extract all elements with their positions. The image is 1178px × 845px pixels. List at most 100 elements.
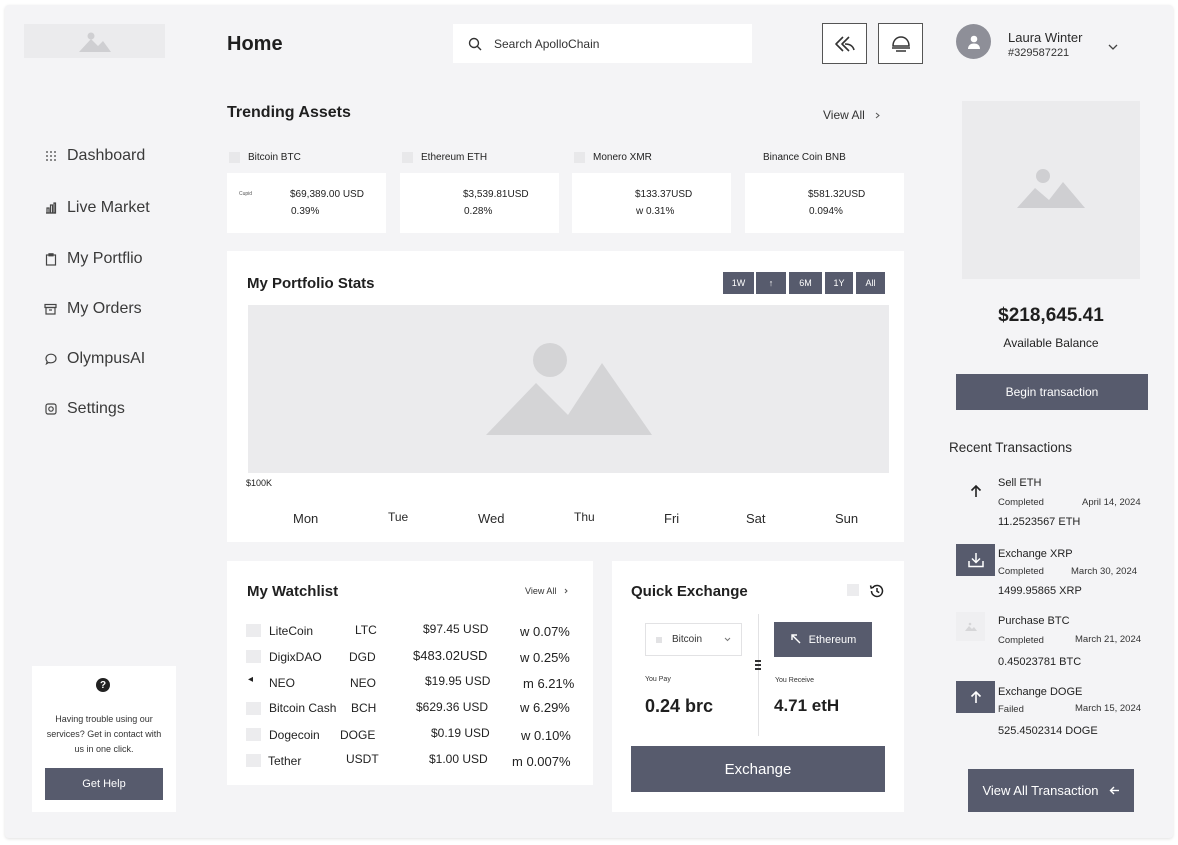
asset-price: $133.37USD — [635, 189, 693, 200]
coin-symbol: DGD — [349, 650, 376, 664]
sidebar-item-my-portfolio[interactable]: My Portflio — [44, 248, 143, 270]
watchlist-row[interactable]: ◂ NEO NEO $19.95 USD m 6.21% — [246, 674, 576, 692]
download-icon[interactable] — [956, 544, 995, 576]
chevron-right-icon — [564, 586, 569, 596]
transaction-amount: 525.4502314 DOGE — [998, 725, 1098, 737]
user-id: #329587221 — [1008, 47, 1070, 59]
asset-price: $581.32USD — [808, 189, 866, 200]
to-currency-value: Ethereum — [808, 633, 857, 646]
transaction-date: March 21, 2024 — [1075, 634, 1142, 645]
asset-name: Binance Coin BNB — [763, 152, 846, 163]
watchlist-row[interactable]: Tether USDT $1.00 USD m 0.007% — [246, 752, 576, 770]
transaction-title: Purchase BTC — [998, 615, 1070, 627]
x-axis-day: Sun — [835, 511, 859, 526]
avatar[interactable] — [956, 24, 991, 59]
asset-card-xmr[interactable]: $133.37USD w 0.31% — [572, 173, 731, 233]
watchlist-row[interactable]: DigixDAO DGD $483.02USD w 0.25% — [246, 648, 576, 666]
search-bar[interactable] — [453, 24, 752, 63]
from-currency-select[interactable]: Bitcoin — [645, 623, 742, 656]
asset-change: w 0.31% — [636, 206, 675, 217]
sidebar-item-olympusai[interactable]: OlympusAI — [44, 348, 145, 370]
asset-name: Ethereum ETH — [402, 152, 487, 163]
range-1y-button[interactable]: 1Y — [825, 272, 853, 294]
asset-name: Monero XMR — [574, 152, 652, 163]
arrow-up-icon[interactable] — [956, 681, 995, 713]
search-icon — [468, 37, 482, 51]
reply-all-button[interactable] — [822, 23, 867, 64]
x-axis-day: Wed — [478, 511, 505, 526]
bar-chart-icon — [44, 202, 57, 215]
sidebar-item-dashboard[interactable]: Dashboard — [44, 145, 145, 167]
coin-change: w 6.29% — [520, 700, 570, 715]
coin-name: LiteCoin — [269, 624, 314, 638]
coin-price: $97.45 USD — [423, 622, 489, 636]
coin-symbol: DOGE — [340, 728, 376, 742]
begin-transaction-button[interactable]: Begin transaction — [956, 374, 1148, 410]
asset-tag: Cupid — [239, 191, 253, 197]
sidebar-item-settings[interactable]: Settings — [44, 398, 125, 420]
view-all-transactions-button[interactable]: View All Transaction — [968, 769, 1134, 812]
sidebar-item-label: Settings — [67, 400, 125, 417]
range-6m-button[interactable]: 6M — [789, 272, 822, 294]
range-arrow-button[interactable]: ↑ — [756, 272, 786, 294]
chevron-down-icon — [724, 634, 731, 645]
chevron-down-icon[interactable] — [1108, 38, 1118, 56]
asset-change: 0.28% — [464, 206, 493, 217]
available-balance-amount: $218,645.41 — [998, 305, 1104, 326]
clipboard-icon — [44, 252, 57, 266]
swap-icon[interactable] — [754, 658, 762, 670]
to-currency-button[interactable]: Ethereum — [774, 622, 872, 657]
card-image-placeholder — [962, 101, 1140, 279]
watchlist-row[interactable]: Dogecoin DOGE $0.19 USD w 0.10% — [246, 726, 576, 744]
range-1w-button[interactable]: 1W — [723, 272, 754, 294]
history-icon[interactable] — [869, 583, 885, 604]
sidebar-item-label: Dashboard — [67, 147, 146, 164]
watchlist-view-all-link[interactable]: View All — [525, 586, 569, 596]
range-all-button[interactable]: All — [856, 272, 885, 294]
sidebar-item-label: My Portflio — [67, 250, 143, 267]
asset-price: $3,539.81USD — [463, 189, 529, 200]
from-currency-value: Bitcoin — [672, 634, 703, 645]
asset-change: 0.39% — [291, 206, 320, 217]
x-axis-day: Sat — [746, 511, 766, 526]
coin-logo-icon — [246, 650, 261, 663]
coin-name: DigixDAO — [269, 650, 322, 664]
brand-logo[interactable] — [24, 24, 165, 58]
chevron-right-icon — [875, 108, 880, 122]
sidebar-item-label: OlympusAI — [67, 350, 146, 367]
transaction-status: Completed — [998, 497, 1044, 508]
you-pay-amount[interactable]: 0.24 brc — [645, 696, 713, 717]
recent-transactions-title: Recent Transactions — [949, 440, 1073, 455]
sidebar-item-live-market[interactable]: Live Market — [44, 197, 150, 219]
coin-price: $0.19 USD — [431, 726, 490, 740]
coin-change: m 6.21% — [523, 676, 575, 691]
chat-bubble-icon — [44, 353, 57, 366]
sidebar-item-my-orders[interactable]: My Orders — [44, 298, 142, 320]
trending-view-all-link[interactable]: View All — [823, 108, 880, 122]
coin-price: $19.95 USD — [425, 674, 491, 688]
bell-icon — [890, 35, 912, 53]
watchlist-row[interactable]: LiteCoin LTC $97.45 USD w 0.07% — [246, 622, 576, 640]
x-axis-day: Fri — [664, 511, 680, 526]
asset-card-bnb[interactable]: $581.32USD 0.094% — [745, 173, 904, 233]
coin-logo-icon — [574, 152, 585, 163]
available-balance-label: Available Balance — [1003, 336, 1099, 350]
asset-card-btc[interactable]: Cupid $69,389.00 USD 0.39% — [227, 173, 386, 233]
view-all-label: View All — [525, 586, 557, 596]
coin-symbol: LTC — [355, 623, 377, 637]
portfolio-stats-title: My Portfolio Stats — [247, 275, 375, 292]
coin-name: Tether — [268, 754, 302, 768]
search-input[interactable] — [494, 36, 734, 51]
x-axis-day: Tue — [388, 510, 409, 524]
watchlist-row[interactable]: Bitcoin Cash BCH $629.36 USD w 6.29% — [246, 700, 576, 718]
get-help-button[interactable]: Get Help — [45, 768, 163, 800]
exchange-button[interactable]: Exchange — [631, 746, 885, 792]
coin-symbol: USDT — [346, 752, 379, 766]
page-title: Home — [227, 33, 283, 55]
neo-logo-icon: ◂ — [248, 674, 254, 685]
asset-card-eth[interactable]: $3,539.81USD 0.28% — [400, 173, 559, 233]
you-receive-label: You Receive — [775, 677, 815, 684]
user-name: Laura Winter — [1008, 30, 1083, 45]
transaction-status: Failed — [998, 704, 1024, 715]
notifications-button[interactable] — [878, 23, 923, 64]
